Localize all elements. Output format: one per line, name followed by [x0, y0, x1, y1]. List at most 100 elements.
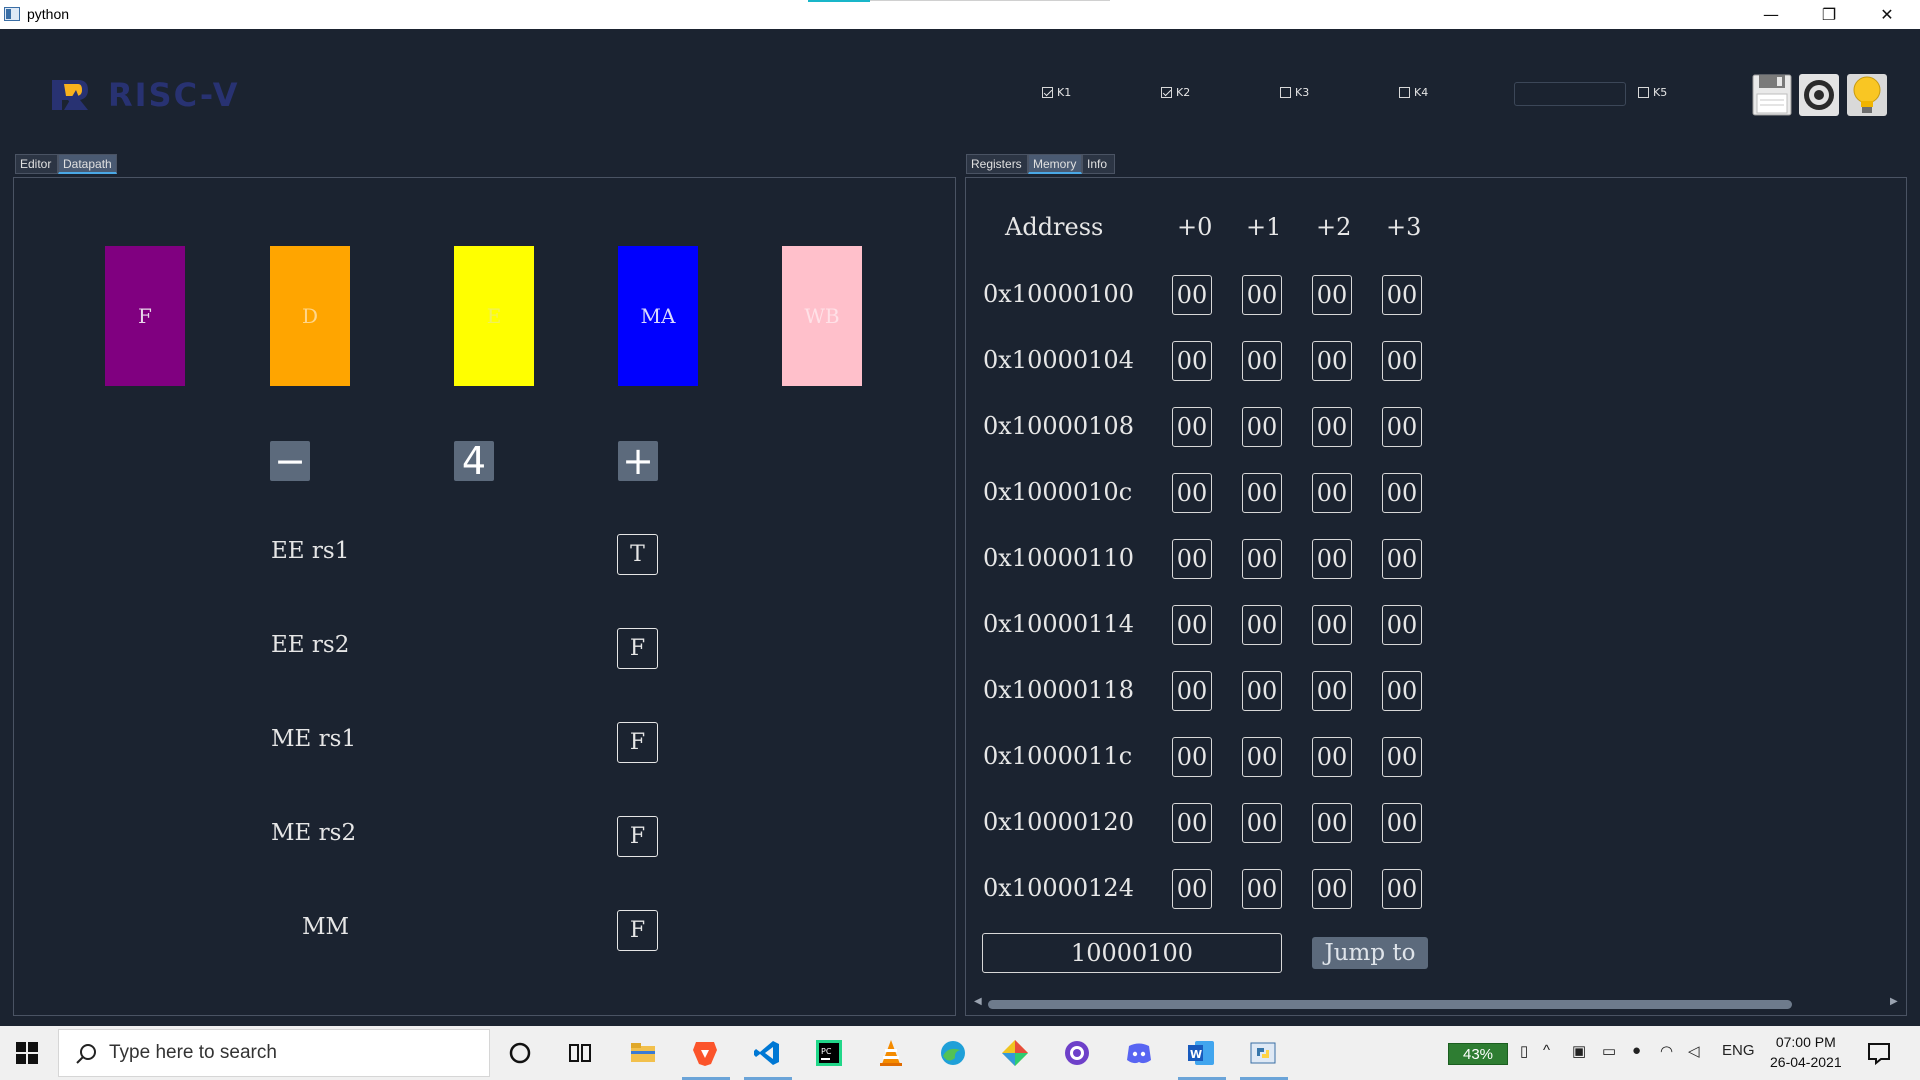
memory-byte-cell[interactable]: 00 — [1382, 803, 1422, 843]
memory-address: 0x1000011c — [983, 742, 1133, 770]
memory-byte-cell[interactable]: 00 — [1242, 407, 1282, 447]
edge-icon[interactable] — [938, 1038, 968, 1068]
memory-byte-cell[interactable]: 00 — [1382, 407, 1422, 447]
windows-taskbar: Type here to search PC W 43% ▯ ^ ▣ ▭ ● ◠… — [0, 1026, 1920, 1080]
settings-button[interactable] — [1798, 72, 1840, 118]
python-app-taskbar-icon[interactable] — [1248, 1038, 1278, 1068]
cortana-icon[interactable] — [505, 1038, 535, 1068]
info-button[interactable] — [1846, 72, 1888, 118]
pen-icon[interactable]: ▯ — [1520, 1042, 1528, 1060]
memory-byte-cell[interactable]: 00 — [1312, 869, 1352, 909]
discord-icon[interactable] — [1124, 1038, 1154, 1068]
tab-datapath[interactable]: Datapath — [58, 154, 117, 174]
logo-text: RISC-V — [108, 76, 240, 112]
k3-check-box[interactable] — [1280, 87, 1291, 98]
memory-byte-cell[interactable]: 00 — [1382, 341, 1422, 381]
k5-value-input[interactable] — [1514, 82, 1626, 106]
save-button[interactable] — [1751, 72, 1793, 118]
memory-byte-cell[interactable]: 00 — [1312, 473, 1352, 513]
battery-tray-icon[interactable]: ▭ — [1602, 1042, 1616, 1060]
wifi-icon[interactable]: ◠ — [1660, 1042, 1673, 1060]
k3-checkbox[interactable]: K3 — [1280, 86, 1309, 99]
memory-byte-cell[interactable]: 00 — [1172, 473, 1212, 513]
chevron-up-icon[interactable]: ^ — [1543, 1042, 1550, 1059]
increment-button[interactable]: + — [618, 439, 658, 483]
tab-memory[interactable]: Memory — [1028, 154, 1082, 174]
scroll-left-icon[interactable]: ◀ — [974, 996, 982, 1007]
language-indicator[interactable]: ENG — [1722, 1042, 1755, 1059]
volume-icon[interactable]: ◁ — [1688, 1042, 1700, 1060]
memory-byte-cell[interactable]: 00 — [1172, 341, 1212, 381]
memory-byte-cell[interactable]: 00 — [1312, 671, 1352, 711]
memory-byte-cell[interactable]: 00 — [1172, 539, 1212, 579]
memory-byte-cell[interactable]: 00 — [1382, 737, 1422, 777]
k2-check-box[interactable] — [1161, 87, 1172, 98]
memory-byte-cell[interactable]: 00 — [1312, 341, 1352, 381]
clock[interactable]: 07:00 PM 26-04-2021 — [1770, 1032, 1842, 1072]
memory-byte-cell[interactable]: 00 — [1242, 869, 1282, 909]
memory-byte-cell[interactable]: 00 — [1312, 803, 1352, 843]
k4-checkbox[interactable]: K4 — [1399, 86, 1428, 99]
memory-byte-cell[interactable]: 00 — [1242, 473, 1282, 513]
windows-start-icon[interactable] — [16, 1042, 38, 1064]
word-icon[interactable]: W — [1186, 1038, 1216, 1068]
clock-time: 07:00 PM — [1775, 1034, 1836, 1050]
jump-address-input[interactable] — [982, 933, 1282, 973]
memory-byte-cell[interactable]: 00 — [1172, 671, 1212, 711]
decrement-button[interactable]: − — [270, 439, 310, 483]
app-launcher-icon[interactable] — [1000, 1038, 1030, 1068]
memory-byte-cell[interactable]: 00 — [1312, 275, 1352, 315]
memory-byte-cell[interactable]: 00 — [1172, 869, 1212, 909]
memory-byte-cell[interactable]: 00 — [1242, 671, 1282, 711]
k2-checkbox[interactable]: K2 — [1161, 86, 1190, 99]
close-button[interactable]: ✕ — [1864, 0, 1910, 29]
memory-byte-cell[interactable]: 00 — [1172, 407, 1212, 447]
scroll-thumb[interactable] — [988, 1000, 1792, 1009]
memory-byte-cell[interactable]: 00 — [1242, 341, 1282, 381]
memory-byte-cell[interactable]: 00 — [1242, 737, 1282, 777]
memory-byte-cell[interactable]: 00 — [1382, 473, 1422, 513]
memory-byte-cell[interactable]: 00 — [1382, 869, 1422, 909]
tab-info[interactable]: Info — [1082, 154, 1115, 174]
scroll-right-icon[interactable]: ▶ — [1890, 996, 1898, 1007]
k1-check-box[interactable] — [1042, 87, 1053, 98]
pycharm-icon[interactable]: PC — [814, 1038, 844, 1068]
tab-registers[interactable]: Registers — [966, 154, 1028, 174]
battery-indicator[interactable]: 43% — [1448, 1043, 1508, 1065]
vlc-icon[interactable] — [876, 1038, 906, 1068]
meet-now-icon[interactable]: ▣ — [1572, 1042, 1586, 1060]
taskbar-search-box[interactable]: Type here to search — [58, 1029, 490, 1077]
memory-byte-cell[interactable]: 00 — [1382, 539, 1422, 579]
k5-check-box[interactable] — [1638, 87, 1649, 98]
maximize-button[interactable]: ❐ — [1806, 0, 1852, 29]
memory-byte-cell[interactable]: 00 — [1312, 605, 1352, 645]
memory-byte-cell[interactable]: 00 — [1382, 605, 1422, 645]
notifications-icon[interactable] — [1864, 1038, 1894, 1068]
memory-byte-cell[interactable]: 00 — [1382, 275, 1422, 315]
memory-byte-cell[interactable]: 00 — [1172, 605, 1212, 645]
memory-byte-cell[interactable]: 00 — [1312, 539, 1352, 579]
task-view-icon[interactable] — [565, 1038, 595, 1068]
microphone-icon[interactable]: ● — [1632, 1042, 1641, 1059]
jump-to-button[interactable]: Jump to — [1312, 937, 1428, 969]
memory-horizontal-scrollbar[interactable]: ◀ ▶ — [972, 996, 1902, 1012]
memory-byte-cell[interactable]: 00 — [1172, 737, 1212, 777]
memory-byte-cell[interactable]: 00 — [1242, 803, 1282, 843]
memory-byte-cell[interactable]: 00 — [1172, 275, 1212, 315]
k1-checkbox[interactable]: K1 — [1042, 86, 1071, 99]
k5-checkbox[interactable]: K5 — [1638, 86, 1667, 99]
tab-editor[interactable]: Editor — [15, 154, 58, 174]
memory-byte-cell[interactable]: 00 — [1172, 803, 1212, 843]
memory-byte-cell[interactable]: 00 — [1382, 671, 1422, 711]
vscode-icon[interactable] — [752, 1038, 782, 1068]
brave-browser-icon[interactable] — [690, 1038, 720, 1068]
memory-byte-cell[interactable]: 00 — [1312, 407, 1352, 447]
github-desktop-icon[interactable] — [1062, 1038, 1092, 1068]
memory-byte-cell[interactable]: 00 — [1242, 605, 1282, 645]
minimize-button[interactable]: — — [1748, 0, 1794, 29]
k4-check-box[interactable] — [1399, 87, 1410, 98]
memory-byte-cell[interactable]: 00 — [1242, 275, 1282, 315]
file-explorer-icon[interactable] — [628, 1038, 658, 1068]
memory-byte-cell[interactable]: 00 — [1242, 539, 1282, 579]
memory-byte-cell[interactable]: 00 — [1312, 737, 1352, 777]
